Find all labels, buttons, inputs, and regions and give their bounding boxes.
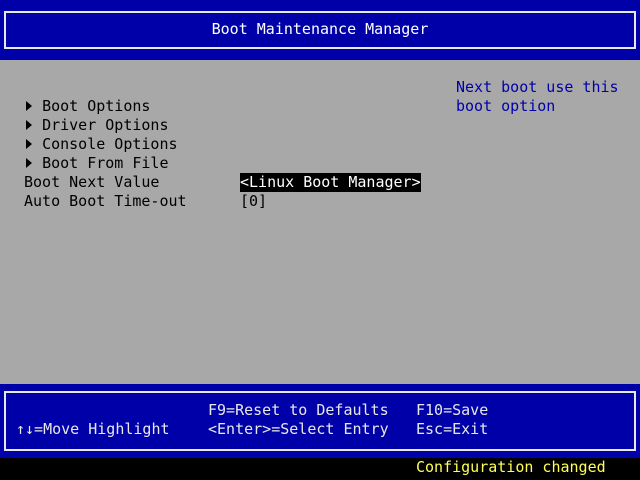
help-text-line-1: Next boot use this bbox=[456, 78, 619, 96]
menu-item-label: Boot From File bbox=[42, 154, 169, 172]
page-title: Boot Maintenance Manager bbox=[211, 20, 429, 38]
footer-reset-defaults: F9=Reset to Defaults bbox=[208, 401, 389, 419]
boot-next-value-select[interactable]: <Linux Boot Manager> bbox=[240, 173, 421, 192]
footer-save: F10=Save bbox=[416, 401, 489, 419]
footer-move-highlight: ↑↓=Move Highlight bbox=[16, 420, 170, 438]
triangle-right-icon bbox=[26, 157, 33, 168]
auto-boot-timeout-field[interactable]: [0] bbox=[240, 192, 267, 211]
footer-select-entry: <Enter>=Select Entry bbox=[208, 420, 389, 438]
status-message: Configuration changed bbox=[416, 458, 606, 476]
help-text-line-2: boot option bbox=[456, 97, 556, 115]
boot-next-label: Boot Next Value bbox=[24, 173, 160, 191]
footer-exit: Esc=Exit bbox=[416, 420, 489, 438]
auto-boot-timeout-label: Auto Boot Time-out bbox=[24, 192, 187, 210]
menu-item-boot-from-file[interactable]: Boot From File bbox=[8, 135, 169, 173]
